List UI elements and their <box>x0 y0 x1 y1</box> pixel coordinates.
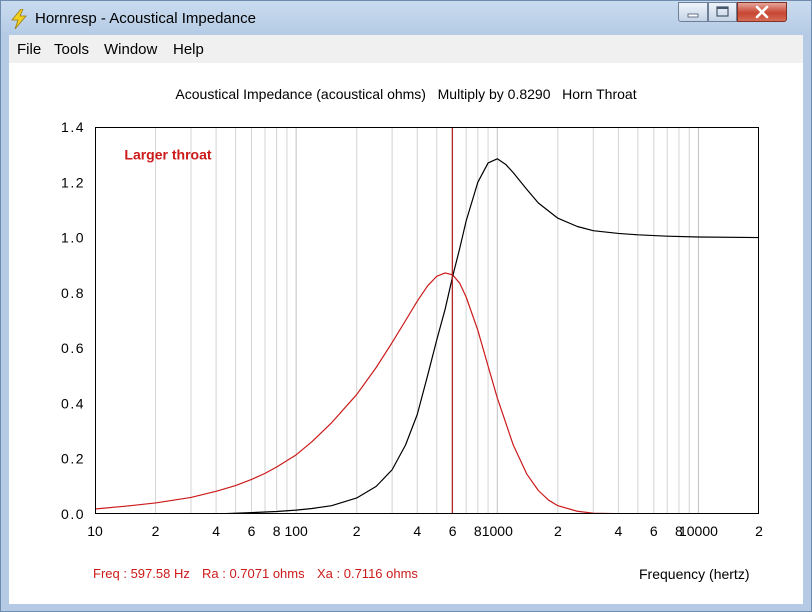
x-tick-label: 100 <box>284 523 308 539</box>
chart-area: Acoustical Impedance (acoustical ohms) M… <box>9 63 803 604</box>
xa-curve <box>216 158 759 514</box>
minimize-button[interactable] <box>678 2 708 22</box>
chart-title: Acoustical Impedance (acoustical ohms) M… <box>175 86 637 102</box>
y-tick-label: 1.4 <box>61 119 85 135</box>
y-tick-label: 0.6 <box>61 340 85 356</box>
x-tick-label: 4 <box>212 523 220 539</box>
x-tick-label: 10 <box>87 523 103 539</box>
x-tick-label: 2 <box>152 523 160 539</box>
y-tick-label: 0.2 <box>61 451 85 467</box>
x-tick-label: 2 <box>353 523 361 539</box>
window-title: Hornresp - Acoustical Impedance <box>35 10 256 27</box>
y-tick-label: 0.4 <box>61 395 85 411</box>
xa-readout: Xa : 0.7116 ohms <box>317 566 418 581</box>
app-window: Hornresp - Acoustical Impedance File Too… <box>0 0 812 612</box>
title-bar[interactable]: Hornresp - Acoustical Impedance <box>1 1 811 35</box>
menu-help[interactable]: Help <box>173 41 204 58</box>
y-axis: 0.00.20.40.60.81.01.21.4 <box>61 119 85 522</box>
menu-bar: File Tools Window Help <box>9 35 803 63</box>
x-tick-label: 8 <box>273 523 281 539</box>
menu-tools[interactable]: Tools <box>54 41 89 58</box>
x-tick-label: 4 <box>413 523 421 539</box>
menu-window[interactable]: Window <box>104 41 157 58</box>
x-tick-label: 8 <box>474 523 482 539</box>
minimize-icon <box>687 13 699 18</box>
plot-area[interactable]: Larger throat <box>95 127 759 514</box>
x-tick-label: 6 <box>248 523 256 539</box>
x-tick-label: 2 <box>755 523 763 539</box>
freq-readout: Freq : 597.58 Hz <box>93 566 190 581</box>
ra-readout: Ra : 0.7071 ohms <box>202 566 305 581</box>
maximize-icon <box>716 6 729 17</box>
close-icon <box>755 5 769 19</box>
y-tick-label: 0.8 <box>61 285 85 301</box>
larger-throat-annotation: Larger throat <box>124 147 211 163</box>
lightning-icon <box>11 9 27 29</box>
x-tick-label: 1000 <box>482 523 513 539</box>
x-tick-label: 4 <box>615 523 623 539</box>
x-tick-label: 2 <box>554 523 562 539</box>
x-tick-label: 6 <box>650 523 658 539</box>
plot-frame <box>95 127 759 514</box>
ra-curve <box>95 272 759 514</box>
close-button[interactable] <box>737 2 787 22</box>
maximize-button[interactable] <box>708 2 737 22</box>
x-axis-label: Frequency (hertz) <box>639 566 750 582</box>
x-tick-label: 10000 <box>679 523 718 539</box>
x-axis: 10 2 4 6 8 100 2 4 6 8 1000 2 4 6 810000 2 <box>87 523 763 539</box>
y-tick-label: 1.2 <box>61 174 85 190</box>
x-tick-label: 6 <box>449 523 457 539</box>
y-tick-label: 1.0 <box>61 230 85 246</box>
menu-file[interactable]: File <box>17 41 41 58</box>
